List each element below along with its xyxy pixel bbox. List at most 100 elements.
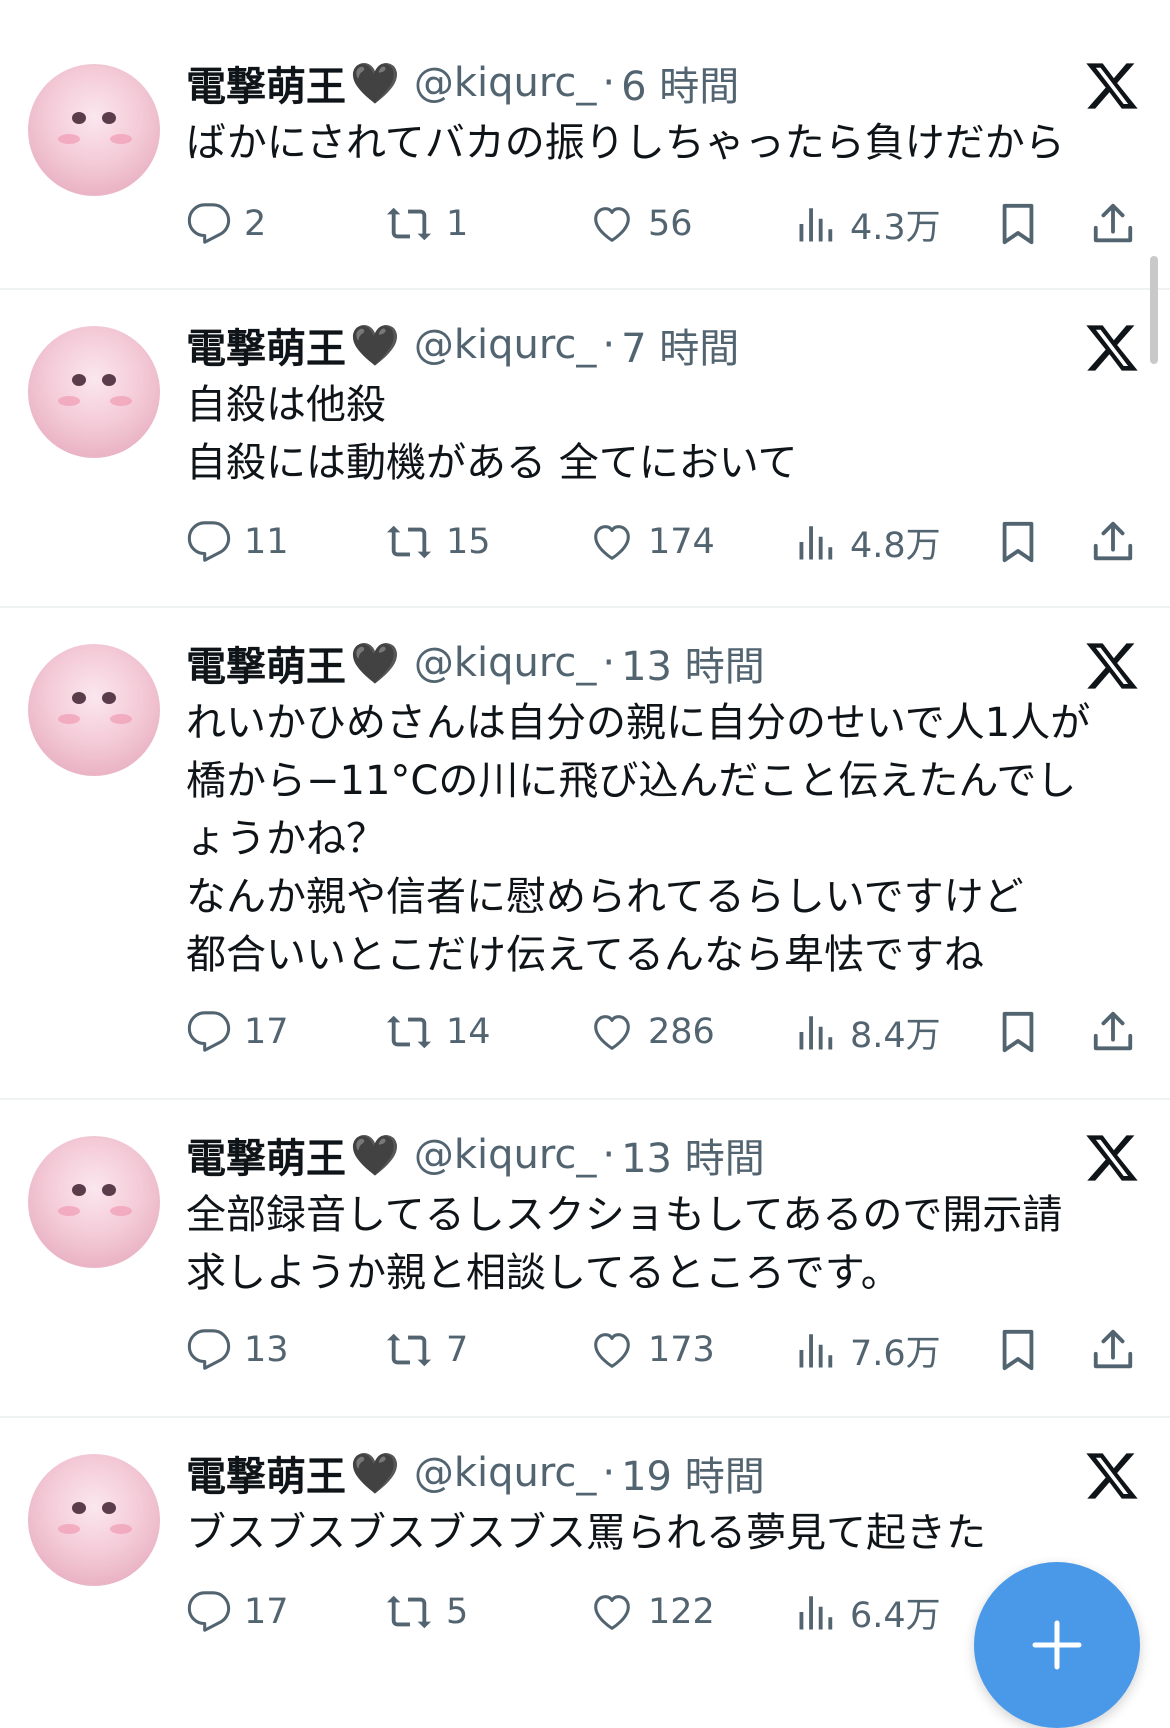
bookmark-button[interactable] [998, 514, 1038, 570]
tweet-text-line: 求しようか親と相談してるところです。 [186, 1250, 901, 1296]
like-button[interactable]: 56 [588, 196, 693, 252]
views-button[interactable]: 4.3万 [796, 196, 941, 252]
bookmark-button[interactable] [998, 1004, 1038, 1060]
reply-count: 13 [244, 1330, 289, 1370]
share-icon [1090, 1327, 1136, 1373]
heart-icon [588, 201, 636, 247]
tweet-text-line: 自殺には動機がある 全てにおいて [186, 440, 798, 486]
avatar[interactable] [28, 326, 160, 458]
author-handle[interactable]: @kiqurc_ [414, 1132, 597, 1178]
tweet-header: 電撃萌王 🖤 @kiqurc_ · 13 時間 [186, 1130, 765, 1182]
views-button[interactable]: 8.4万 [796, 1004, 941, 1060]
tweet-text-line: 全部録音してるしスクショもしてあるので開示請 [186, 1192, 1063, 1238]
tweet-header: 電撃萌王 🖤 @kiqurc_ · 7 時間 [186, 320, 739, 372]
reply-button[interactable]: 2 [186, 196, 266, 252]
share-button[interactable] [1090, 514, 1136, 570]
x-logo-icon[interactable] [1084, 638, 1140, 694]
tweet-actions: 13 7 173 7.6万 [186, 1322, 1146, 1378]
views-count: 4.8万 [850, 525, 941, 566]
compose-button[interactable] [974, 1562, 1140, 1728]
reply-button[interactable]: 13 [186, 1322, 289, 1378]
reply-icon [186, 1327, 232, 1373]
tweet-actions: 2 1 56 4.3万 [186, 196, 1146, 252]
like-count: 173 [648, 1330, 715, 1370]
bookmark-button[interactable] [998, 1322, 1038, 1378]
tweet-text: れいかひめさんは自分の親に自分のせいで人1人が 橋から−11°Cの川に飛び込んだこ… [186, 694, 1146, 984]
author-handle[interactable]: @kiqurc_ [414, 322, 597, 368]
reply-count: 17 [244, 1012, 289, 1052]
views-button[interactable]: 6.4万 [796, 1584, 941, 1640]
author-emoji: 🖤 [350, 1132, 400, 1179]
bookmark-icon [998, 201, 1038, 247]
reply-count: 17 [244, 1592, 289, 1632]
like-count: 122 [648, 1592, 715, 1632]
tweet-divider [0, 1098, 1170, 1100]
like-button[interactable]: 173 [588, 1322, 715, 1378]
heart-icon [588, 1589, 636, 1635]
separator-dot: · [602, 640, 616, 686]
share-button[interactable] [1090, 1004, 1136, 1060]
views-button[interactable]: 4.8万 [796, 514, 941, 570]
share-button[interactable] [1090, 1322, 1136, 1378]
author-name[interactable]: 電撃萌王 [186, 634, 346, 692]
separator-dot: · [602, 1132, 616, 1178]
scrollbar[interactable] [1150, 256, 1158, 364]
tweet-text-line: ブスブスブスブスブス罵られる夢見て起きた [186, 1510, 986, 1556]
heart-icon [588, 1009, 636, 1055]
tweet-text-line: ばかにされてバカの振りしちゃったら負けだから [186, 120, 1065, 166]
author-handle[interactable]: @kiqurc_ [414, 60, 597, 106]
reply-count: 11 [244, 522, 289, 562]
author-handle[interactable]: @kiqurc_ [414, 1450, 597, 1496]
retweet-count: 14 [446, 1012, 491, 1052]
tweet-divider [0, 288, 1170, 290]
retweet-button[interactable]: 7 [384, 1322, 468, 1378]
views-chart-icon [796, 1009, 838, 1055]
tweet-header: 電撃萌王 🖤 @kiqurc_ · 6 時間 [186, 58, 739, 110]
views-chart-icon [796, 201, 838, 247]
author-name[interactable]: 電撃萌王 [186, 1444, 346, 1502]
bookmark-button[interactable] [998, 196, 1038, 252]
retweet-button[interactable]: 15 [384, 514, 491, 570]
tweet-timestamp[interactable]: 13 時間 [621, 634, 765, 692]
tweet-text: ばかにされてバカの振りしちゃったら負けだから [186, 114, 1146, 172]
retweet-button[interactable]: 1 [384, 196, 468, 252]
views-button[interactable]: 7.6万 [796, 1322, 941, 1378]
x-logo-icon[interactable] [1084, 1130, 1140, 1186]
x-logo-icon[interactable] [1084, 1448, 1140, 1504]
author-emoji: 🖤 [350, 640, 400, 687]
reply-button[interactable]: 17 [186, 1584, 289, 1640]
author-name[interactable]: 電撃萌王 [186, 1126, 346, 1184]
author-emoji: 🖤 [350, 322, 400, 369]
retweet-button[interactable]: 5 [384, 1584, 468, 1640]
like-button[interactable]: 286 [588, 1004, 715, 1060]
retweet-icon [384, 1327, 434, 1373]
reply-count: 2 [244, 204, 267, 244]
like-count: 286 [648, 1012, 715, 1052]
reply-button[interactable]: 17 [186, 1004, 289, 1060]
tweet-text: 自殺は他殺 自殺には動機がある 全てにおいて [186, 376, 1146, 492]
author-name[interactable]: 電撃萌王 [186, 54, 346, 112]
reply-button[interactable]: 11 [186, 514, 289, 570]
tweet-timestamp[interactable]: 7 時間 [621, 316, 739, 374]
tweet-timestamp[interactable]: 19 時間 [621, 1444, 765, 1502]
retweet-count: 1 [446, 204, 469, 244]
author-handle[interactable]: @kiqurc_ [414, 640, 597, 686]
author-emoji: 🖤 [350, 60, 400, 107]
x-logo-icon[interactable] [1084, 320, 1140, 376]
tweet-actions: 17 14 286 8.4万 [186, 1004, 1146, 1060]
tweet-timestamp[interactable]: 6 時間 [621, 54, 739, 112]
author-name[interactable]: 電撃萌王 [186, 316, 346, 374]
retweet-button[interactable]: 14 [384, 1004, 491, 1060]
retweet-icon [384, 1589, 434, 1635]
x-logo-icon[interactable] [1084, 58, 1140, 114]
like-button[interactable]: 174 [588, 514, 715, 570]
like-button[interactable]: 122 [588, 1584, 715, 1640]
avatar[interactable] [28, 644, 160, 776]
avatar[interactable] [28, 1136, 160, 1268]
reply-icon [186, 201, 232, 247]
tweet-text-line: なんか親や信者に慰められてるらしいですけど [186, 874, 1024, 920]
tweet-timestamp[interactable]: 13 時間 [621, 1126, 765, 1184]
share-button[interactable] [1090, 196, 1136, 252]
avatar[interactable] [28, 64, 160, 196]
avatar[interactable] [28, 1454, 160, 1586]
